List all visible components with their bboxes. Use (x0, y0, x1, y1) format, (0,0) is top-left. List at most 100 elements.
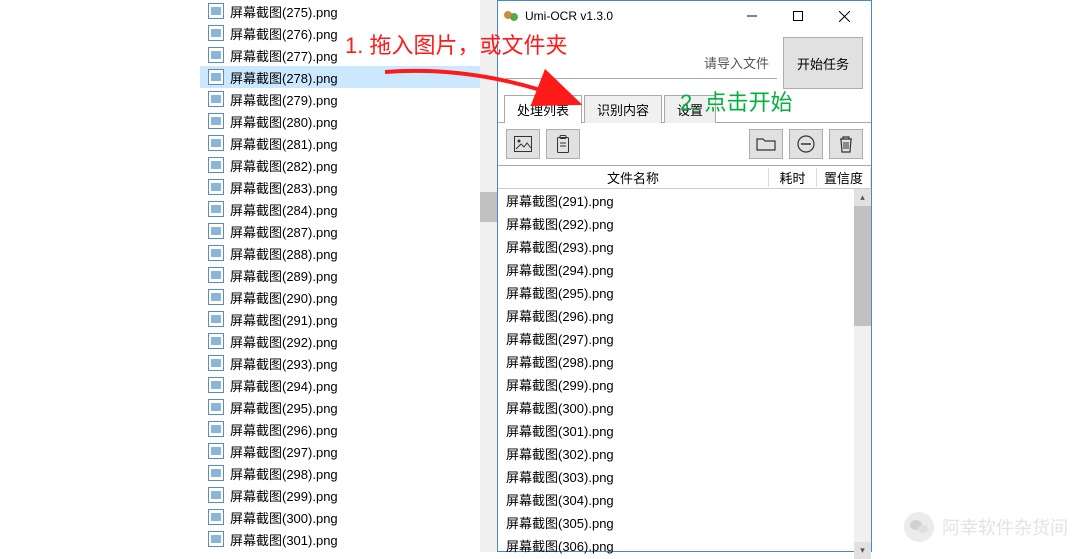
start-task-button[interactable]: 开始任务 (783, 37, 863, 89)
file-row[interactable]: 屏幕截图(279).png (200, 88, 480, 110)
column-confidence[interactable]: 置信度 (817, 168, 871, 187)
list-item[interactable]: 屏幕截图(295).png (498, 281, 871, 304)
file-row[interactable]: 屏幕截图(297).png (200, 440, 480, 462)
list-item[interactable]: 屏幕截图(303).png (498, 465, 871, 488)
watermark-text: 阿幸软件杂货间 (942, 514, 1068, 540)
image-file-icon (208, 91, 224, 107)
file-row[interactable]: 屏幕截图(280).png (200, 110, 480, 132)
list-item[interactable]: 屏幕截图(294).png (498, 258, 871, 281)
tab-recognize-content[interactable]: 识别内容 (584, 95, 662, 123)
image-file-icon (208, 377, 224, 393)
maximize-button[interactable] (775, 2, 821, 30)
list-item[interactable]: 屏幕截图(306).png (498, 534, 871, 557)
list-header: 文件名称 耗时 置信度 (498, 165, 871, 189)
list-item[interactable]: 屏幕截图(300).png (498, 396, 871, 419)
file-row[interactable]: 屏幕截图(276).png (200, 22, 480, 44)
list-item[interactable]: 屏幕截图(299).png (498, 373, 871, 396)
column-time[interactable]: 耗时 (769, 168, 817, 187)
image-file-icon (208, 157, 224, 173)
explorer-scrollbar[interactable] (480, 0, 498, 552)
file-row[interactable]: 屏幕截图(288).png (200, 242, 480, 264)
image-file-icon (208, 69, 224, 85)
file-row[interactable]: 屏幕截图(284).png (200, 198, 480, 220)
file-row[interactable]: 屏幕截图(289).png (200, 264, 480, 286)
image-file-icon (208, 531, 224, 547)
file-row[interactable]: 屏幕截图(301).png (200, 528, 480, 550)
umi-ocr-window: Umi-OCR v1.3.0 请导入文件 开始任务 处理列表 识别内容 设置 (497, 0, 872, 552)
tab-process-list[interactable]: 处理列表 (504, 95, 582, 123)
file-row[interactable]: 屏幕截图(293).png (200, 352, 480, 374)
process-list: 屏幕截图(291).png屏幕截图(292).png屏幕截图(293).png屏… (498, 189, 871, 559)
image-file-icon (208, 47, 224, 63)
file-row[interactable]: 屏幕截图(281).png (200, 132, 480, 154)
list-item[interactable]: 屏幕截图(302).png (498, 442, 871, 465)
column-filename[interactable]: 文件名称 (498, 168, 769, 187)
file-row[interactable]: 屏幕截图(299).png (200, 484, 480, 506)
close-button[interactable] (821, 2, 867, 30)
file-row[interactable]: 屏幕截图(296).png (200, 418, 480, 440)
list-item[interactable]: 屏幕截图(292).png (498, 212, 871, 235)
image-file-icon (208, 421, 224, 437)
file-name: 屏幕截图(278).png (230, 68, 338, 87)
image-file-icon (208, 201, 224, 217)
paste-button[interactable] (546, 129, 580, 159)
add-image-button[interactable] (506, 129, 540, 159)
list-item[interactable]: 屏幕截图(301).png (498, 419, 871, 442)
file-row[interactable]: 屏幕截图(294).png (200, 374, 480, 396)
image-file-icon (208, 135, 224, 151)
watermark: 阿幸软件杂货间 (904, 512, 1068, 542)
list-item[interactable]: 屏幕截图(305).png (498, 511, 871, 534)
scroll-up-button[interactable]: ▴ (854, 189, 871, 206)
file-name: 屏幕截图(275).png (230, 2, 338, 21)
file-row[interactable]: 屏幕截图(283).png (200, 176, 480, 198)
titlebar: Umi-OCR v1.3.0 (498, 1, 871, 31)
image-file-icon (208, 509, 224, 525)
file-row[interactable]: 屏幕截图(282).png (200, 154, 480, 176)
file-row[interactable]: 屏幕截图(275).png (200, 0, 480, 22)
list-item[interactable]: 屏幕截图(304).png (498, 488, 871, 511)
image-file-icon (208, 465, 224, 481)
file-name: 屏幕截图(300).png (230, 508, 338, 527)
file-name: 屏幕截图(277).png (230, 46, 338, 65)
import-placeholder: 请导入文件 (704, 53, 769, 72)
delete-button[interactable] (829, 129, 863, 159)
tab-settings[interactable]: 设置 (664, 95, 716, 123)
scroll-down-button[interactable]: ▾ (854, 542, 871, 559)
explorer-scroll-thumb[interactable] (480, 192, 498, 222)
file-row[interactable]: 屏幕截图(291).png (200, 308, 480, 330)
file-name: 屏幕截图(281).png (230, 134, 338, 153)
list-item[interactable]: 屏幕截图(298).png (498, 350, 871, 373)
toolbar (498, 123, 871, 165)
file-name: 屏幕截图(294).png (230, 376, 338, 395)
list-scrollbar[interactable]: ▴ ▾ (854, 189, 871, 559)
list-item[interactable]: 屏幕截图(291).png (498, 189, 871, 212)
file-row[interactable]: 屏幕截图(298).png (200, 462, 480, 484)
tabs: 处理列表 识别内容 设置 (498, 97, 871, 123)
image-file-icon (208, 3, 224, 19)
image-file-icon (208, 245, 224, 261)
list-item[interactable]: 屏幕截图(296).png (498, 304, 871, 327)
file-row[interactable]: 屏幕截图(277).png (200, 44, 480, 66)
image-file-icon (208, 25, 224, 41)
file-row[interactable]: 屏幕截图(290).png (200, 286, 480, 308)
wechat-icon (904, 512, 934, 542)
file-row[interactable]: 屏幕截图(300).png (200, 506, 480, 528)
import-drop-area[interactable]: 请导入文件 (506, 47, 777, 79)
file-row[interactable]: 屏幕截图(278).png (200, 66, 480, 88)
file-name: 屏幕截图(298).png (230, 464, 338, 483)
list-item[interactable]: 屏幕截图(293).png (498, 235, 871, 258)
file-row[interactable]: 屏幕截图(295).png (200, 396, 480, 418)
remove-button[interactable] (789, 129, 823, 159)
file-row[interactable]: 屏幕截图(287).png (200, 220, 480, 242)
open-folder-button[interactable] (749, 129, 783, 159)
image-file-icon (208, 487, 224, 503)
list-item[interactable]: 屏幕截图(297).png (498, 327, 871, 350)
file-name: 屏幕截图(283).png (230, 178, 338, 197)
file-name: 屏幕截图(279).png (230, 90, 338, 109)
image-file-icon (208, 399, 224, 415)
file-name: 屏幕截图(282).png (230, 156, 338, 175)
list-scroll-thumb[interactable] (854, 206, 871, 326)
minimize-button[interactable] (729, 2, 775, 30)
file-row[interactable]: 屏幕截图(292).png (200, 330, 480, 352)
file-name: 屏幕截图(296).png (230, 420, 338, 439)
